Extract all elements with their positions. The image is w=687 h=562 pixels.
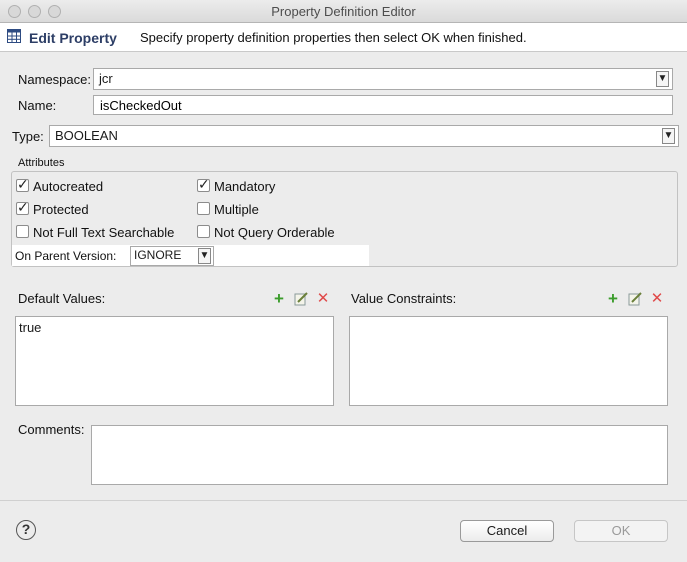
namespace-label: Namespace:	[18, 72, 91, 87]
value-constraints-label: Value Constraints:	[351, 291, 457, 306]
add-value-constraint-icon[interactable]: +	[606, 290, 620, 307]
default-values-label: Default Values:	[18, 291, 106, 306]
type-label: Type:	[12, 129, 44, 144]
on-parent-version-label: On Parent Version:	[15, 249, 117, 263]
type-combo[interactable]: BOOLEAN ▼	[49, 125, 679, 147]
protected-checkbox[interactable]	[16, 199, 29, 216]
edit-value-constraint-icon[interactable]	[628, 292, 642, 306]
delete-default-value-icon[interactable]: ✕	[316, 291, 330, 306]
not-full-text-searchable-checkbox[interactable]	[16, 225, 29, 238]
edit-default-value-icon[interactable]	[294, 292, 308, 306]
multiple-checkbox[interactable]	[197, 202, 210, 215]
not-query-orderable-checkbox[interactable]	[197, 225, 210, 238]
attributes-label: Attributes	[18, 157, 65, 169]
chevron-down-icon[interactable]: ▼	[198, 248, 211, 264]
header-message: Specify property definition properties t…	[140, 30, 527, 45]
not-full-text-searchable-label: Not Full Text Searchable	[33, 225, 175, 240]
grid-icon	[7, 29, 21, 43]
value-constraints-list[interactable]	[349, 316, 668, 406]
multiple-label: Multiple	[214, 202, 259, 217]
autocreated-label: Autocreated	[33, 179, 104, 194]
add-default-value-icon[interactable]: +	[272, 290, 286, 307]
mandatory-label: Mandatory	[214, 179, 276, 194]
footer-divider	[0, 500, 687, 501]
autocreated-checkbox[interactable]	[16, 176, 29, 193]
chevron-down-icon[interactable]: ▼	[656, 71, 669, 87]
comments-field[interactable]	[91, 425, 668, 485]
on-parent-version-combo[interactable]: IGNORE ▼	[130, 246, 214, 266]
protected-label: Protected	[33, 202, 89, 217]
namespace-combo[interactable]: jcr ▼	[93, 68, 673, 90]
not-query-orderable-label: Not Query Orderable	[214, 225, 335, 240]
mandatory-checkbox[interactable]	[197, 176, 210, 193]
header-title: Edit Property	[29, 30, 117, 46]
delete-value-constraint-icon[interactable]: ✕	[650, 291, 664, 306]
help-icon[interactable]: ?	[16, 520, 36, 540]
ok-button[interactable]: OK	[574, 520, 668, 542]
default-values-list[interactable]: true	[15, 316, 334, 406]
comments-label: Comments:	[18, 422, 85, 437]
window-title: Property Definition Editor	[271, 4, 416, 19]
name-label: Name:	[18, 98, 57, 113]
cancel-button[interactable]: Cancel	[460, 520, 554, 542]
chevron-down-icon[interactable]: ▼	[662, 128, 675, 144]
on-parent-version-value: IGNORE	[134, 248, 182, 262]
type-value: BOOLEAN	[55, 128, 118, 143]
name-field[interactable]	[93, 95, 673, 115]
default-value-item[interactable]: true	[19, 320, 41, 335]
namespace-value: jcr	[99, 71, 113, 86]
